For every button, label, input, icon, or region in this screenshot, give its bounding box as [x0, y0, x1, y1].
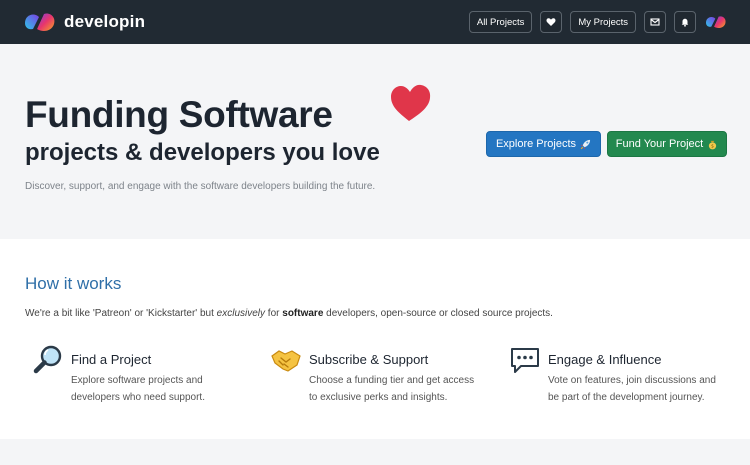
- heart-illustration-icon: [391, 84, 431, 121]
- feature-title: Subscribe & Support: [309, 352, 429, 367]
- hero-title: Funding Software: [25, 94, 333, 135]
- intro-text-3: developers, open-source or closed source…: [323, 308, 553, 319]
- fund-your-project-label: Fund Your Project: [615, 138, 704, 150]
- feature-description: Vote on features, join discussions and b…: [548, 375, 716, 403]
- developin-logo-icon: [25, 13, 55, 32]
- user-avatar[interactable]: [704, 12, 728, 32]
- money-bag-icon: $: [709, 140, 717, 149]
- speech-bubble-icon: [511, 348, 539, 373]
- intro-text-1: We're a bit like 'Patreon' or 'Kickstart…: [25, 308, 217, 319]
- my-projects-button[interactable]: My Projects: [570, 11, 636, 33]
- rocket-icon: [580, 139, 591, 149]
- how-it-works-intro: We're a bit like 'Patreon' or 'Kickstart…: [25, 308, 553, 319]
- intro-emphasis: exclusively: [216, 308, 266, 319]
- messages-button[interactable]: [644, 11, 666, 33]
- next-section-band: [0, 439, 750, 465]
- notifications-button[interactable]: [674, 11, 696, 33]
- intro-strong: software: [282, 308, 324, 319]
- feature-description: Choose a funding tier and get access to …: [309, 375, 475, 403]
- all-projects-button[interactable]: All Projects: [468, 11, 533, 33]
- favorites-button[interactable]: [540, 11, 563, 33]
- fund-your-project-button[interactable]: Fund Your Project $: [607, 131, 727, 157]
- heart-icon: [546, 18, 556, 26]
- intro-text-2: for: [265, 308, 283, 319]
- hero-description: Discover, support, and engage with the s…: [25, 181, 376, 192]
- feature-title: Engage & Influence: [548, 352, 662, 367]
- feature-description: Explore software projects and developers…: [71, 375, 205, 403]
- explore-projects-button[interactable]: Explore Projects: [486, 131, 601, 157]
- hero-section: Funding Software projects & developers y…: [0, 44, 750, 239]
- handshake-icon: [271, 350, 301, 372]
- navbar: developin All Projects My Projects: [0, 0, 750, 44]
- brand-name: developin: [64, 12, 146, 31]
- explore-projects-label: Explore Projects: [495, 138, 577, 150]
- envelope-icon: [650, 18, 660, 26]
- svg-text:$: $: [711, 143, 714, 149]
- how-it-works-section: How it works We're a bit like 'Patreon' …: [0, 239, 750, 439]
- feature-title: Find a Project: [71, 352, 152, 367]
- bell-icon: [681, 18, 689, 27]
- magnifier-icon: [33, 345, 62, 374]
- brand-link[interactable]: developin: [22, 9, 145, 35]
- hero-subtitle: projects & developers you love: [25, 139, 380, 166]
- how-it-works-title: How it works: [25, 274, 122, 293]
